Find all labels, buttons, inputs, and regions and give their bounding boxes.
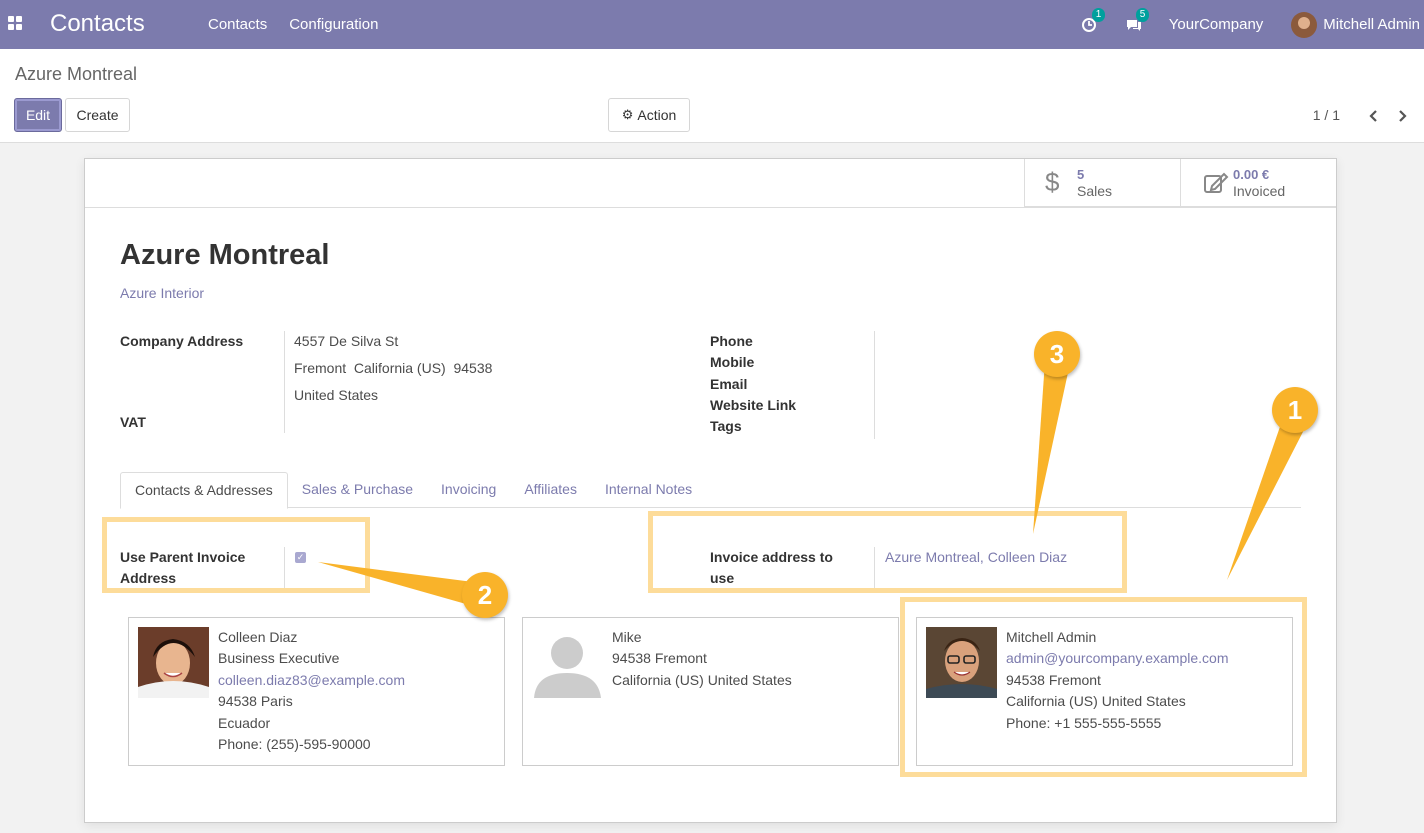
- smart-button-box: $ 5 Sales 0.00 € Invoiced: [1024, 159, 1336, 207]
- menu-item-contacts[interactable]: Contacts: [208, 16, 267, 33]
- field-divider: [874, 331, 875, 439]
- callout-badge-2: 2: [462, 572, 508, 618]
- tab-affiliates[interactable]: Affiliates: [510, 472, 591, 508]
- top-navbar: Contacts Contacts Configuration 1 5 Your…: [0, 0, 1424, 49]
- invoiced-label: Invoiced: [1233, 182, 1286, 199]
- highlight-use-parent-invoice: [102, 517, 370, 593]
- company-switcher[interactable]: YourCompany: [1169, 16, 1264, 33]
- messaging-menu[interactable]: 5: [1125, 7, 1150, 33]
- sales-smart-button[interactable]: $ 5 Sales: [1024, 159, 1180, 207]
- parent-company-link[interactable]: Azure Interior: [120, 285, 204, 301]
- callout-badge-3: 3: [1034, 331, 1080, 377]
- systray: 1 5 YourCompany Mitchell Admin: [1081, 0, 1424, 49]
- contact-card-mike[interactable]: Mike 94538 Fremont California (US) Unite…: [522, 617, 899, 766]
- action-button[interactable]: ⚙ Action: [608, 98, 690, 132]
- contact-city: 94538 Paris: [218, 693, 293, 710]
- field-divider: [284, 331, 285, 433]
- apps-menu-icon[interactable]: [8, 16, 22, 30]
- colleen-avatar: [138, 627, 209, 698]
- edit-invoice-icon: [1204, 172, 1229, 193]
- vat-label: VAT: [120, 414, 146, 430]
- highlight-mitchell-card: [900, 597, 1307, 777]
- sales-label: Sales: [1077, 182, 1113, 199]
- phone-label: Phone: [710, 333, 753, 349]
- breadcrumb: Azure Montreal: [15, 64, 138, 84]
- record-name: Azure Montreal: [120, 239, 330, 271]
- invoiced-smart-button[interactable]: 0.00 € Invoiced: [1180, 159, 1336, 207]
- contact-function: Business Executive: [218, 650, 340, 667]
- pager-previous-icon[interactable]: [1367, 109, 1379, 123]
- notebook-tabs: Contacts & Addresses Sales & Purchase In…: [120, 472, 1301, 509]
- user-menu[interactable]: Mitchell Admin: [1291, 11, 1420, 38]
- invoiced-amount: 0.00 €: [1233, 166, 1270, 182]
- address-country: United States: [294, 387, 379, 403]
- address-city: Fremont California (US) 94538: [294, 360, 493, 376]
- header-divider: [85, 207, 1336, 208]
- activity-menu[interactable]: 1: [1081, 7, 1106, 33]
- create-button[interactable]: Create: [65, 98, 130, 132]
- contact-phone: Phone: (255)-595-90000: [218, 736, 371, 753]
- address-street: 4557 De Silva St: [294, 333, 399, 349]
- email-label: Email: [710, 376, 748, 392]
- contact-city: 94538 Fremont: [612, 650, 707, 667]
- tab-contacts-addresses[interactable]: Contacts & Addresses: [120, 472, 288, 509]
- contact-name: Mike: [612, 629, 642, 645]
- mobile-label: Mobile: [710, 354, 755, 370]
- messages-count-badge: 5: [1135, 7, 1150, 22]
- company-address-label: Company Address: [120, 333, 244, 349]
- gear-icon: ⚙: [621, 107, 634, 122]
- sales-count: 5: [1077, 166, 1085, 182]
- website-link-label: Website Link: [710, 397, 797, 413]
- tags-label: Tags: [710, 418, 742, 434]
- highlight-invoice-address: [648, 511, 1127, 593]
- action-label: Action: [637, 107, 677, 123]
- activity-count-badge: 1: [1091, 7, 1106, 22]
- user-name: Mitchell Admin: [1323, 16, 1420, 33]
- pager-value[interactable]: 1 / 1: [1313, 107, 1340, 123]
- pager-next-icon[interactable]: [1397, 109, 1409, 123]
- contact-card-colleen[interactable]: Colleen Diaz Business Executive colleen.…: [128, 617, 505, 766]
- tab-internal-notes[interactable]: Internal Notes: [591, 472, 706, 508]
- placeholder-avatar-icon: [532, 627, 603, 698]
- contact-country: California (US) United States: [612, 671, 792, 688]
- user-avatar: [1291, 11, 1318, 38]
- tab-invoicing[interactable]: Invoicing: [427, 472, 510, 508]
- contact-name: Colleen Diaz: [218, 629, 298, 645]
- app-title[interactable]: Contacts: [50, 10, 145, 38]
- callout-badge-1: 1: [1272, 387, 1318, 433]
- dollar-icon: $: [1045, 167, 1060, 197]
- menu-item-configuration[interactable]: Configuration: [289, 16, 378, 33]
- tab-sales-purchase[interactable]: Sales & Purchase: [288, 472, 427, 508]
- main-menu: Contacts Configuration: [208, 16, 378, 33]
- edit-button[interactable]: Edit: [14, 98, 62, 132]
- control-panel: Azure Montreal Edit Create ⚙ Action 1 / …: [0, 49, 1424, 143]
- contact-country: Ecuador: [218, 714, 271, 731]
- contact-email[interactable]: colleen.diaz83@example.com: [218, 670, 405, 691]
